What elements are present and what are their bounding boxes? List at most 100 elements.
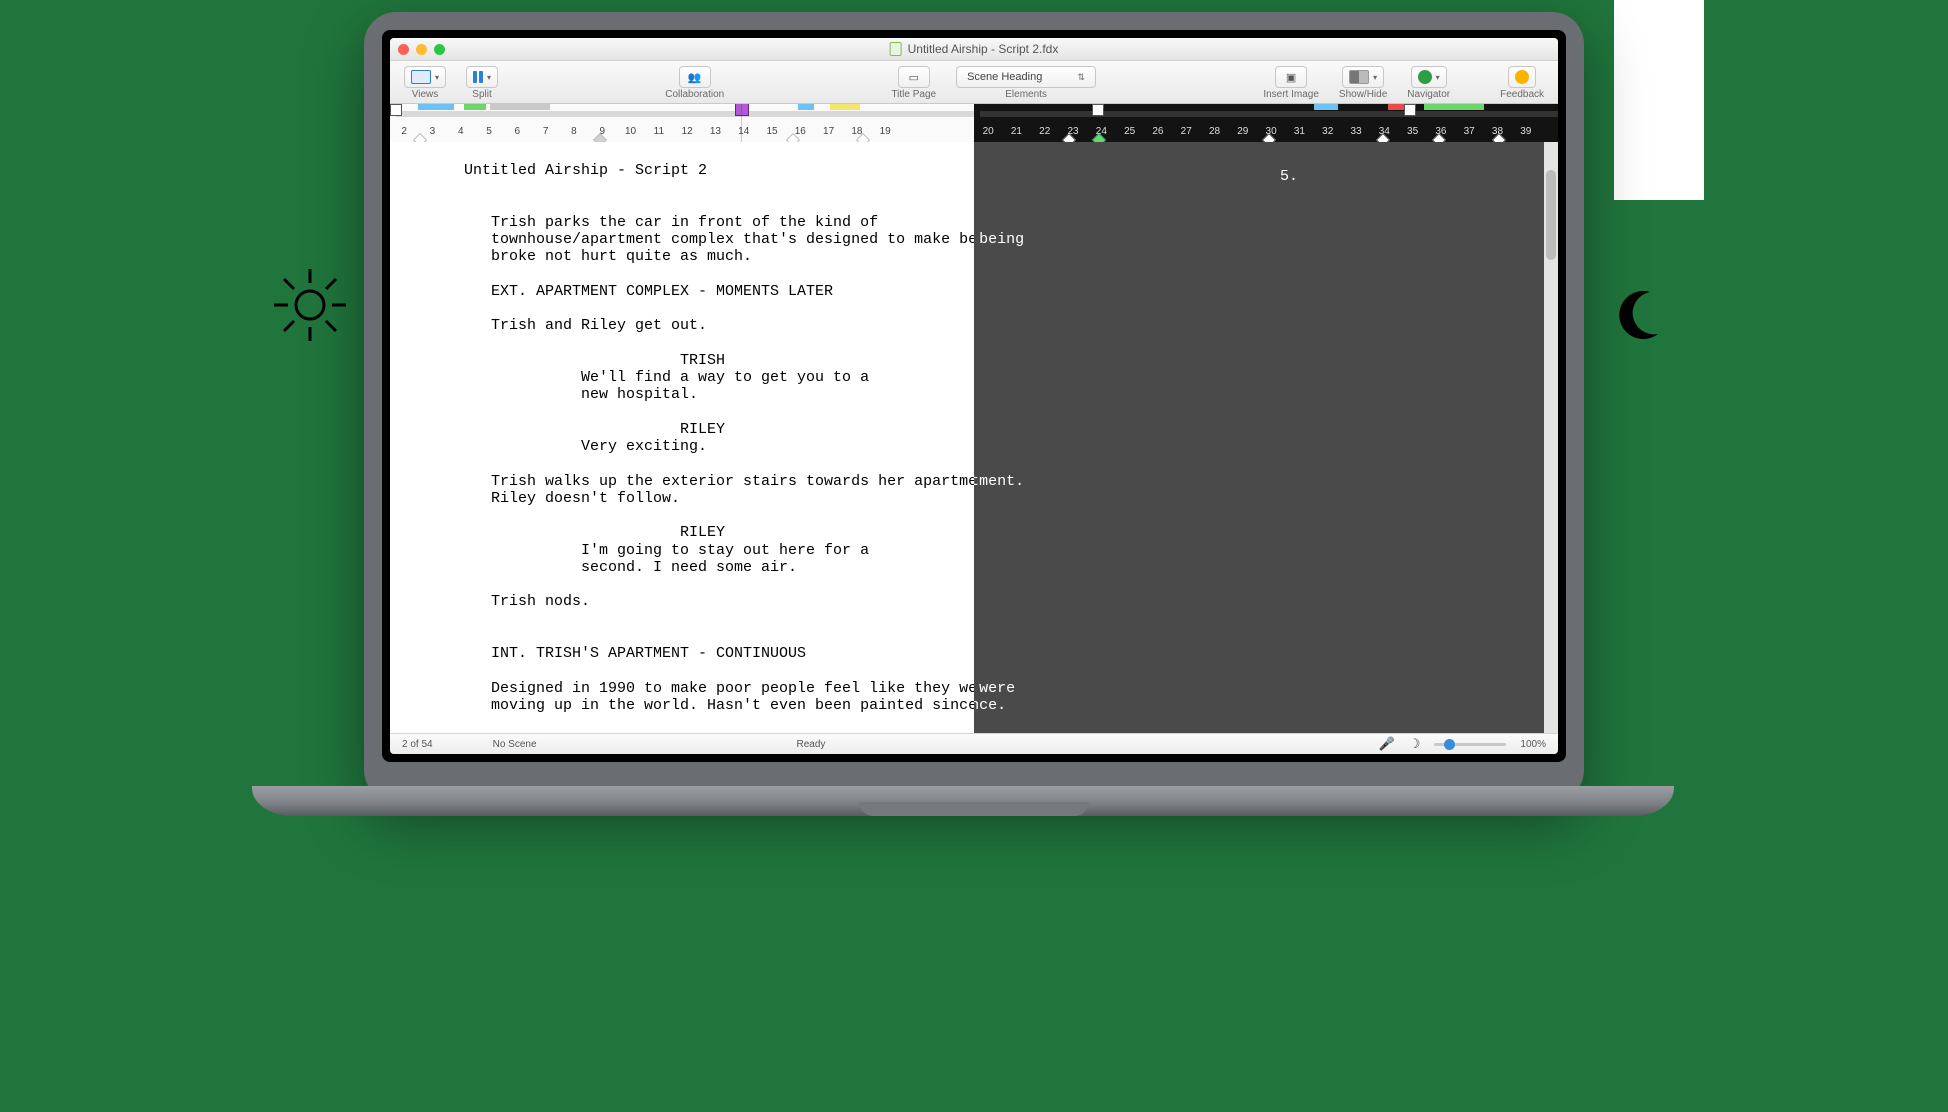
beat-board-light[interactable]: 2345678910111213141516171819 [390,104,974,144]
collaboration-button[interactable]: 👥 [679,66,711,88]
beat-number: 14 [730,126,758,137]
insert-image-group: ▣ Insert Image [1253,61,1329,103]
beat-number: 21 [1002,126,1030,137]
title-page-button[interactable]: ▭ [898,66,930,88]
elements-group: Scene Heading ⇅ Elements [946,61,1106,103]
dictation-icon[interactable]: 🎤 [1379,736,1395,752]
page-icon: ▭ [905,70,923,84]
close-button[interactable] [398,44,409,55]
beat-board[interactable]: 2345678910111213141516171819 [390,104,1558,145]
window-controls [398,44,445,55]
scene-indicator: No Scene [493,739,537,750]
show-hide-button[interactable]: ▾ [1342,66,1384,88]
page-indicator: 2 of 54 [402,739,433,750]
beat-number: 27 [1172,126,1200,137]
status-text: Ready [797,739,826,750]
minimize-button[interactable] [416,44,427,55]
collaboration-group: 👥 Collaboration [655,61,734,103]
night-mode-icon[interactable]: ☽ [1409,736,1421,752]
decorative-white-block [1614,0,1704,200]
beat-number: 22 [1031,126,1059,137]
beat-number: 28 [1200,126,1228,137]
beat-number: 11 [645,126,673,137]
beat-number: 31 [1285,126,1313,137]
moon-icon [1610,285,1664,354]
beat-number: 33 [1342,126,1370,137]
insert-image-label: Insert Image [1263,89,1319,100]
beat-number: 15 [758,126,786,137]
collaboration-label: Collaboration [665,89,724,100]
beat-number: 13 [701,126,729,137]
feedback-button[interactable] [1508,66,1536,88]
beat-number: 9 [588,126,616,137]
navigator-button[interactable]: ▾ [1411,66,1447,88]
views-group: ▾ Views [394,61,456,103]
beat-number: 36 [1427,126,1455,137]
editor-area[interactable]: Untitled Airship - Script 2 Trish parks … [390,142,1558,734]
beat-number: 25 [1115,126,1143,137]
beat-number: 7 [531,126,559,137]
beat-number: 3 [418,126,446,137]
split-label: Split [472,89,491,100]
beat-number: 4 [447,126,475,137]
beat-number: 35 [1398,126,1426,137]
element-type-value: Scene Heading [967,71,1042,83]
show-hide-label: Show/Hide [1339,89,1387,100]
feedback-group: Feedback [1490,61,1554,103]
beat-number: 19 [871,126,899,137]
status-bar: 2 of 54 No Scene Ready 🎤 ☽ 100% [390,733,1558,754]
beat-number: 17 [814,126,842,137]
elements-label: Elements [1005,89,1047,100]
beat-number: 34 [1370,126,1398,137]
vertical-scrollbar[interactable] [1544,142,1558,734]
beat-number: 37 [1455,126,1483,137]
beat-number: 18 [843,126,871,137]
window-title: Untitled Airship - Script 2.fdx [890,42,1059,56]
app-window: Untitled Airship - Script 2.fdx ▾ Views … [390,38,1558,754]
people-icon: 👥 [686,70,704,84]
beat-number: 26 [1144,126,1172,137]
title-page-group: ▭ Title Page [881,61,946,103]
screen-bezel: Untitled Airship - Script 2.fdx ▾ Views … [382,30,1566,762]
split-button[interactable]: ▾ [466,66,498,88]
editor-light[interactable]: Untitled Airship - Script 2 Trish parks … [390,142,974,734]
titlebar: Untitled Airship - Script 2.fdx [390,38,1558,61]
fullscreen-button[interactable] [434,44,445,55]
beat-number: 20 [974,126,1002,137]
document-icon [890,42,902,56]
laptop-frame: Untitled Airship - Script 2.fdx ▾ Views … [364,12,1584,802]
laptop-notch [859,802,1089,816]
show-hide-icon [1349,70,1369,84]
window-title-text: Untitled Airship - Script 2.fdx [908,42,1059,56]
beat-number: 2 [390,126,418,137]
beat-number: 30 [1257,126,1285,137]
element-type-select[interactable]: Scene Heading ⇅ [956,66,1096,88]
beat-number: 32 [1314,126,1342,137]
beat-number: 10 [616,126,644,137]
beat-number: 12 [673,126,701,137]
split-group: ▾ Split [456,61,508,103]
editor-dark[interactable]: 5. Untitled Airship - Script 2 Trish par… [974,142,1558,734]
title-page-label: Title Page [891,89,936,100]
sun-icon [270,265,350,350]
beat-number: 24 [1087,126,1115,137]
zoom-slider[interactable] [1434,743,1506,746]
toolbar: ▾ Views ▾ Split 👥 Collaboration [390,61,1558,104]
beat-number: 39 [1512,126,1540,137]
page-number: 5. [1280,168,1298,185]
insert-image-button[interactable]: ▣ [1275,66,1307,88]
views-button[interactable]: ▾ [404,66,446,88]
zoom-value: 100% [1520,739,1546,750]
beat-board-dark[interactable]: 2021222324252627282930313233343536373839 [974,104,1558,144]
beat-number: 8 [560,126,588,137]
feedback-label: Feedback [1500,89,1544,100]
scrollbar-thumb[interactable] [1546,170,1556,260]
marketing-canvas: Untitled Airship - Script 2.fdx ▾ Views … [244,0,1704,833]
navigator-group: ▾ Navigator [1397,61,1460,103]
beat-number: 23 [1059,126,1087,137]
image-icon: ▣ [1282,70,1300,84]
beat-number: 16 [786,126,814,137]
feedback-icon [1515,70,1529,84]
beat-number: 38 [1483,126,1511,137]
compass-icon [1418,70,1432,84]
